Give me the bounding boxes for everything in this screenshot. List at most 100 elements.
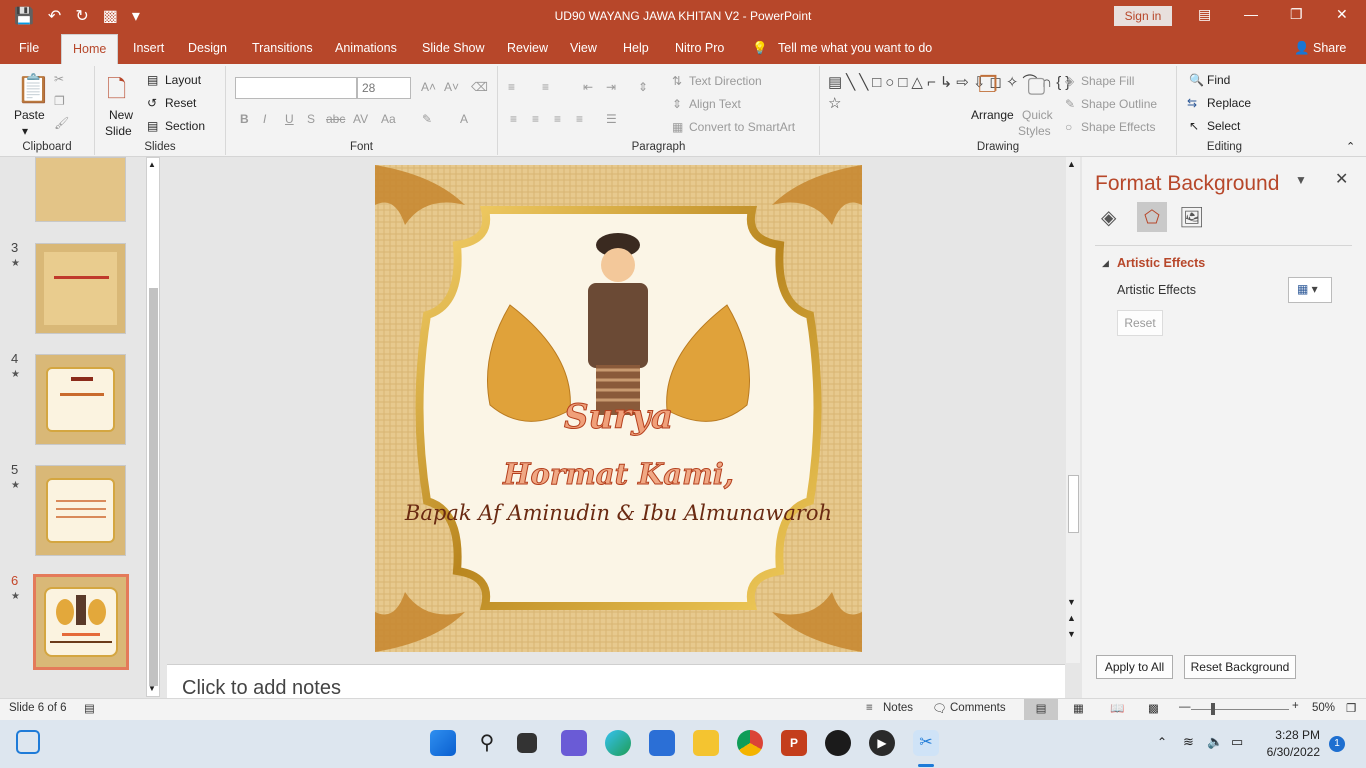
new-slide-icon[interactable]: 🗋 — [107, 72, 126, 113]
line-spacing-icon[interactable]: ⇕ — [638, 80, 648, 94]
scroll-down-icon[interactable]: ▼ — [148, 684, 156, 693]
tab-nitro-pro[interactable]: Nitro Pro — [675, 41, 724, 55]
comments-icon[interactable]: 🗨 — [932, 701, 947, 715]
fit-to-window-icon[interactable]: ❐ — [1346, 701, 1356, 715]
file-explorer-icon[interactable] — [693, 730, 719, 756]
slideshow-view-icon[interactable]: ▩ — [1148, 701, 1159, 715]
quick-styles-icon[interactable]: ▢ — [1026, 72, 1047, 98]
canvas-scrollbar[interactable] — [1066, 157, 1080, 663]
align-text-button[interactable]: Align Text — [689, 97, 741, 111]
teams-chat-icon[interactable] — [561, 730, 587, 756]
zoom-out-icon[interactable]: — — [1179, 701, 1191, 713]
font-color-icon[interactable]: A — [460, 112, 468, 126]
tell-me-search[interactable]: Tell me what you want to do — [778, 41, 932, 55]
copy-icon[interactable]: ❐ — [54, 94, 65, 108]
canvas-scroll-down-icon[interactable]: ▼ — [1067, 597, 1076, 607]
media-player-icon[interactable]: ▶ — [869, 730, 895, 756]
notes-icon[interactable]: ≡ — [866, 702, 873, 714]
slide-heading-text[interactable]: Hormat Kami, — [375, 457, 862, 492]
slide-thumbnail-6[interactable] — [33, 574, 129, 670]
powerpoint-icon[interactable]: P — [781, 730, 807, 756]
slide-thumbnail-2[interactable] — [35, 157, 126, 222]
restore-icon[interactable]: ❐ — [1290, 6, 1303, 23]
normal-view-icon[interactable]: ▤ — [1024, 699, 1058, 720]
section-icon[interactable]: ▤ — [147, 119, 158, 133]
chrome-icon[interactable] — [737, 730, 763, 756]
previous-slide-icon[interactable]: ▲ — [1067, 613, 1076, 623]
zoom-in-icon[interactable]: + — [1292, 700, 1299, 712]
text-direction-icon[interactable]: ⇅ — [672, 74, 682, 88]
canvas-scroll-up-icon[interactable]: ▲ — [1067, 159, 1076, 169]
highlight-icon[interactable]: ✎ — [422, 112, 432, 126]
cut-icon[interactable]: ✂ — [54, 72, 64, 86]
pane-options-icon[interactable]: ▼ — [1295, 173, 1307, 187]
strikethrough-icon[interactable]: abc — [326, 112, 345, 126]
paste-button[interactable]: Paste — [14, 108, 45, 122]
find-icon[interactable]: 🔍 — [1189, 73, 1204, 87]
shape-fill-icon[interactable]: ◈ — [1065, 74, 1074, 88]
snipping-tool-icon[interactable]: ✂ — [913, 730, 939, 756]
notes-placeholder[interactable]: Click to add notes — [182, 677, 341, 700]
italic-icon[interactable]: I — [263, 112, 266, 126]
replace-icon[interactable]: ⇆ — [1187, 96, 1197, 110]
decrease-indent-icon[interactable]: ⇤ — [583, 80, 593, 94]
shape-outline-icon[interactable]: ✎ — [1065, 97, 1075, 111]
tab-animations[interactable]: Animations — [335, 41, 397, 55]
format-painter-icon[interactable]: 🖌 — [54, 116, 69, 130]
shapes-gallery[interactable]: ▤╲╲□○□△⌐↳⇨⇩◻✧⌒∩{}☆ — [828, 72, 1070, 134]
reset-effect-button[interactable]: Reset — [1117, 310, 1163, 336]
slide-subheading-text[interactable]: Bapak Af Aminudin & Ibu Almunawaroh — [375, 501, 862, 525]
slide-thumbnail-3[interactable] — [35, 243, 126, 334]
new-slide-label-2[interactable]: Slide — [105, 124, 132, 138]
char-spacing-icon[interactable]: AV — [353, 112, 368, 126]
task-view-icon[interactable] — [517, 733, 537, 753]
next-slide-icon[interactable]: ▼ — [1067, 629, 1076, 639]
app-icon[interactable] — [825, 730, 851, 756]
align-center-icon[interactable]: ≡ — [532, 112, 539, 126]
slide-thumbnail-4[interactable] — [35, 354, 126, 445]
battery-icon[interactable]: ▭ — [1231, 734, 1243, 750]
justify-icon[interactable]: ≡ — [576, 112, 583, 126]
section-button[interactable]: Section — [165, 119, 205, 133]
effects-tab-icon[interactable]: ⬠ — [1137, 202, 1167, 232]
shape-fill-button[interactable]: Shape Fill — [1081, 74, 1134, 88]
artistic-effects-dropdown[interactable]: ▦ ▾ — [1288, 277, 1332, 303]
store-icon[interactable] — [649, 730, 675, 756]
slide-thumbnail-5[interactable] — [35, 465, 126, 556]
tray-overflow-icon[interactable]: ⌃ — [1157, 735, 1167, 749]
minimize-icon[interactable]: — — [1244, 6, 1258, 22]
reading-view-icon[interactable]: 📖 — [1110, 701, 1124, 715]
picture-tab-icon[interactable]: 🖼 — [1179, 205, 1204, 230]
shape-outline-button[interactable]: Shape Outline — [1081, 97, 1157, 111]
notes-toggle[interactable]: Notes — [883, 702, 913, 714]
notification-badge[interactable]: 1 — [1329, 736, 1345, 752]
select-button[interactable]: Select — [1207, 119, 1240, 133]
tab-help[interactable]: Help — [623, 41, 649, 55]
clock-time[interactable]: 3:28 PM — [1260, 728, 1320, 742]
clock-date[interactable]: 6/30/2022 — [1254, 745, 1320, 759]
scroll-up-icon[interactable]: ▲ — [148, 160, 156, 169]
tab-transitions[interactable]: Transitions — [252, 41, 313, 55]
text-direction-button[interactable]: Text Direction — [689, 74, 762, 88]
numbering-icon[interactable]: ≡ — [542, 80, 549, 94]
grow-font-icon[interactable]: A˄ — [421, 80, 436, 94]
change-case-icon[interactable]: Aa — [381, 112, 396, 126]
slide-canvas[interactable]: Surya Hormat Kami, Bapak Af Aminudin & I… — [375, 165, 862, 652]
tab-file[interactable]: File — [19, 41, 39, 55]
tab-insert[interactable]: Insert — [133, 41, 164, 55]
quick-styles-label-2[interactable]: Styles — [1018, 124, 1051, 138]
find-button[interactable]: Find — [1207, 73, 1230, 87]
shrink-font-icon[interactable]: A˅ — [444, 80, 459, 94]
font-name-combo[interactable] — [235, 77, 357, 99]
slide-name-text[interactable]: Surya — [375, 397, 862, 438]
increase-indent-icon[interactable]: ⇥ — [606, 80, 616, 94]
notes-pane[interactable]: Click to add notes — [167, 664, 1065, 700]
accessibility-icon[interactable]: ▤ — [84, 701, 95, 715]
align-text-icon[interactable]: ⇕ — [672, 97, 682, 111]
reset-button[interactable]: Reset — [165, 96, 196, 110]
section-collapse-icon[interactable]: ◢ — [1102, 258, 1109, 269]
align-right-icon[interactable]: ≡ — [554, 112, 561, 126]
clear-formatting-icon[interactable]: ⌫ — [471, 80, 488, 94]
apply-to-all-button[interactable]: Apply to All — [1096, 655, 1173, 679]
columns-icon[interactable]: ☰ — [606, 112, 617, 126]
